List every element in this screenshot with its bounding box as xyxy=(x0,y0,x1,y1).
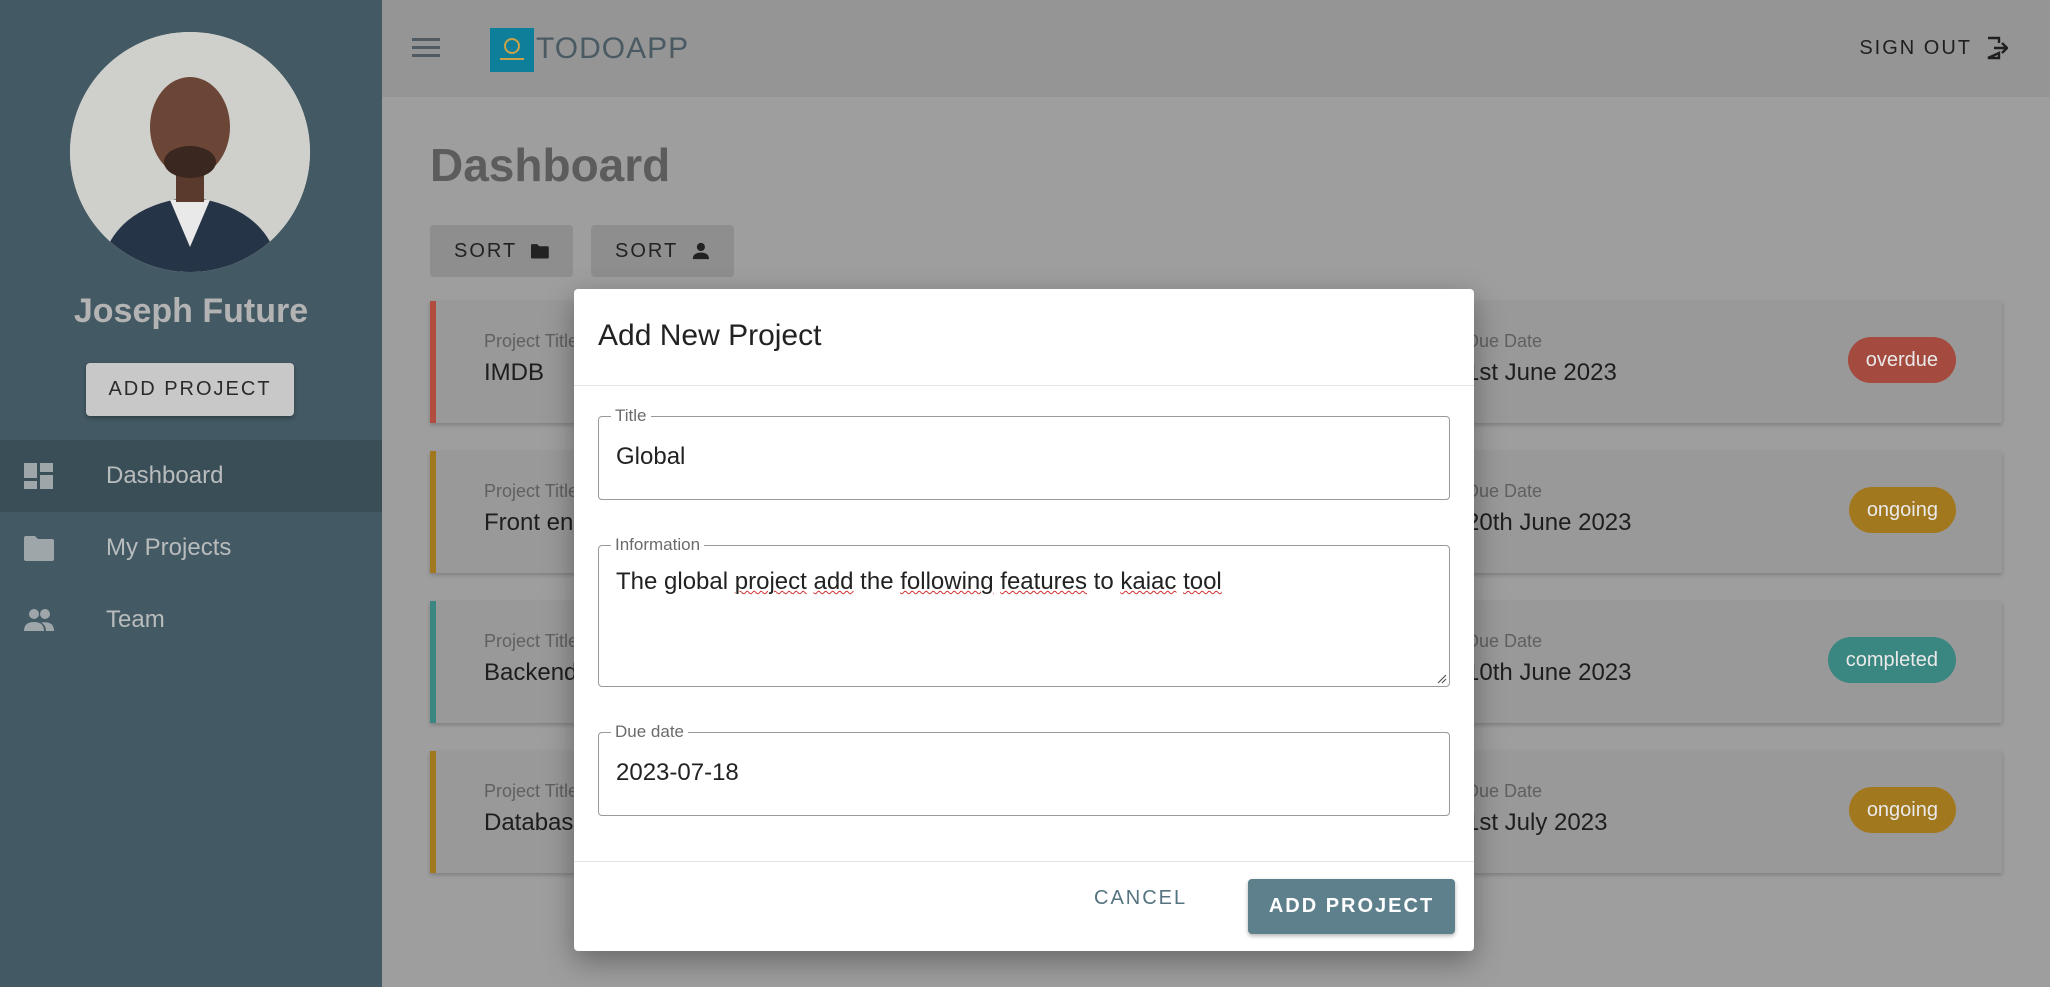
sort-by-person-button[interactable]: SORT xyxy=(591,225,734,277)
project-title: Front end xyxy=(484,509,587,536)
project-title: IMDB xyxy=(484,359,544,386)
sort-label: SORT xyxy=(454,239,518,262)
status-badge: ongoing xyxy=(1848,487,1956,533)
add-project-button[interactable]: ADD PROJECT xyxy=(1248,879,1455,934)
sidebar-item-label: Dashboard xyxy=(106,462,224,489)
sidebar-item-label: My Projects xyxy=(106,534,232,561)
cancel-button[interactable]: CANCEL xyxy=(1094,887,1187,910)
project-title-label: Project Title xyxy=(484,481,579,501)
due-date-label: Due Date xyxy=(1466,781,1543,801)
status-badge: ongoing xyxy=(1848,787,1956,833)
dashboard-icon xyxy=(24,463,53,489)
sidebar-item-dashboard[interactable]: Dashboard xyxy=(0,440,382,512)
due-date-label: Due Date xyxy=(1466,481,1543,501)
due-date: 10th June 2023 xyxy=(1466,659,1632,686)
resize-handle-icon[interactable] xyxy=(1435,672,1447,684)
logout-icon xyxy=(1987,36,2008,60)
sort-label: SORT xyxy=(615,239,679,262)
information-field-value: The global project add the following fea… xyxy=(616,568,1222,595)
sidebar-item-team[interactable]: Team xyxy=(0,584,382,656)
due-date: 1st June 2023 xyxy=(1466,359,1617,386)
person-icon xyxy=(693,242,710,260)
sign-out-button[interactable]: SIGN OUT xyxy=(1859,36,2008,60)
add-project-dialog: Add New Project Title Global Information… xyxy=(574,289,1474,951)
page-title: Dashboard xyxy=(430,139,671,191)
due-date-label: Due Date xyxy=(1466,331,1543,351)
sort-by-project-button[interactable]: SORT xyxy=(430,225,573,277)
due-date-field-value: 2023-07-18 xyxy=(616,759,739,786)
project-title: Database xyxy=(484,809,587,836)
project-title: Backend xyxy=(484,659,578,686)
dialog-divider xyxy=(574,861,1474,862)
user-name: Joseph Future xyxy=(73,292,309,330)
project-title-label: Project Title xyxy=(484,631,579,651)
due-date: 1st July 2023 xyxy=(1466,809,1608,836)
folder-icon xyxy=(24,536,54,561)
due-date-field[interactable]: Due date 2023-07-18 xyxy=(598,722,1450,816)
logo-icon xyxy=(500,38,524,60)
sign-out-label: SIGN OUT xyxy=(1859,36,1972,59)
title-field-value: Global xyxy=(616,443,686,470)
avatar-image xyxy=(70,32,310,272)
project-title-label: Project Title xyxy=(484,781,579,801)
title-field-label: Title xyxy=(611,406,651,426)
project-title-label: Project Title xyxy=(484,331,579,351)
folder-icon xyxy=(531,244,549,259)
top-app-bar: TODOAPP SIGN OUT xyxy=(382,0,2050,97)
sidebar-nav: Dashboard My Projects Team xyxy=(0,440,382,656)
sidebar-add-project-button[interactable]: ADD PROJECT xyxy=(86,363,294,416)
status-badge: overdue xyxy=(1847,337,1956,383)
people-icon xyxy=(24,609,54,631)
dialog-divider xyxy=(574,385,1474,386)
avatar xyxy=(70,32,310,272)
status-badge: completed xyxy=(1827,637,1956,683)
sidebar: Joseph Future ADD PROJECT Dashboard My P… xyxy=(0,0,382,987)
app-title: TODOAPP xyxy=(536,32,690,65)
dialog-title: Add New Project xyxy=(598,319,822,352)
information-field[interactable]: Information The global project add the f… xyxy=(598,535,1450,687)
sidebar-item-label: Team xyxy=(106,606,165,633)
sidebar-item-my-projects[interactable]: My Projects xyxy=(0,512,382,584)
title-field[interactable]: Title Global xyxy=(598,406,1450,500)
app-logo xyxy=(490,28,534,72)
due-date-label: Due Date xyxy=(1466,631,1543,651)
due-date-field-label: Due date xyxy=(611,722,688,742)
hamburger-menu-icon[interactable] xyxy=(412,36,442,60)
due-date: 20th June 2023 xyxy=(1466,509,1632,536)
information-field-label: Information xyxy=(611,535,705,555)
